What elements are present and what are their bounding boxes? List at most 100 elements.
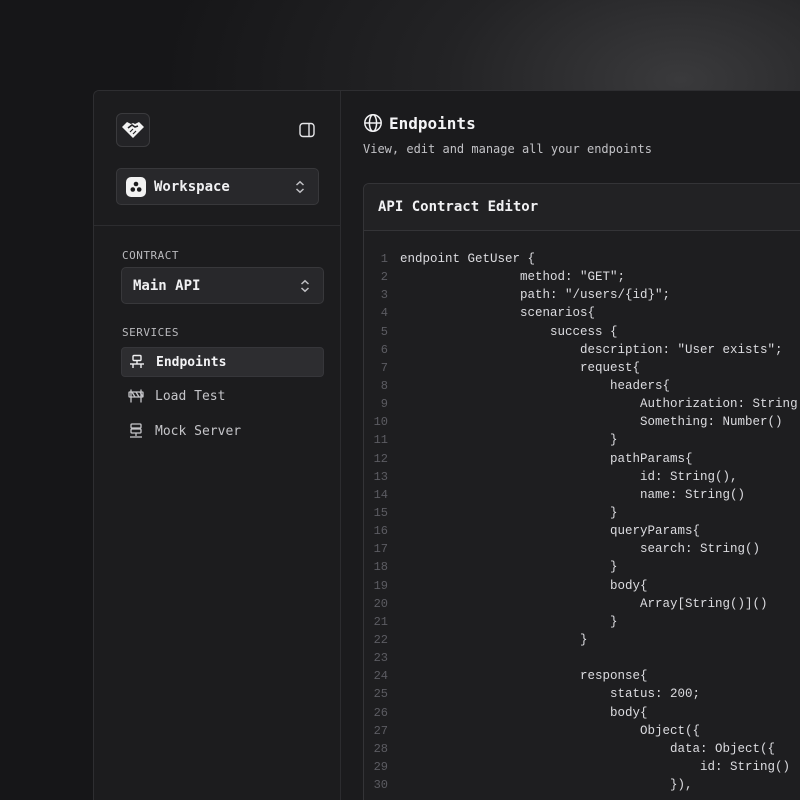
code-line[interactable]: 22 }	[364, 631, 800, 649]
code-text: body{	[400, 578, 648, 593]
editor-header: API Contract Editor	[364, 184, 800, 231]
line-number: 8	[380, 379, 388, 394]
line-number: 26	[373, 705, 388, 720]
code-line[interactable]: 18 }	[364, 558, 800, 576]
line-number: 10	[373, 415, 388, 430]
code-text: }	[400, 614, 618, 629]
code-line[interactable]: 26 body{	[364, 704, 800, 722]
code-line[interactable]: 20 Array[String()]()	[364, 595, 800, 613]
code-line[interactable]: 21 }	[364, 613, 800, 631]
line-number: 24	[373, 669, 388, 684]
code-line[interactable]: 7 request{	[364, 359, 800, 377]
contract-selected-label: Main API	[133, 277, 201, 294]
contract-editor[interactable]: API Contract Editor 1 endpoint GetUser {2…	[363, 183, 800, 800]
barrier-icon	[127, 387, 145, 405]
line-number: 25	[373, 687, 388, 702]
line-number: 19	[373, 578, 388, 593]
code-line[interactable]: 9 Authorization: String	[364, 395, 800, 413]
sidebar-panel-icon	[299, 122, 315, 138]
code-line[interactable]: 30 }),	[364, 776, 800, 794]
code-line[interactable]: 14 name: String()	[364, 486, 800, 504]
code-line[interactable]: 8 headers{	[364, 377, 800, 395]
code-line[interactable]: 4 scenarios{	[364, 304, 800, 322]
code-line[interactable]: 6 description: "User exists";	[364, 341, 800, 359]
workspace-label: Workspace	[154, 178, 230, 195]
line-number: 17	[373, 542, 388, 557]
code-text: Array[String()]()	[400, 596, 768, 611]
code-text: path: "/users/{id}";	[400, 288, 671, 303]
line-number: 21	[373, 614, 388, 629]
line-number: 28	[373, 741, 388, 756]
code-line[interactable]: 24 response{	[364, 667, 800, 685]
contract-selector[interactable]: Main API	[121, 267, 324, 304]
code-line[interactable]: 17 search: String()	[364, 540, 800, 558]
workspace-icon	[126, 176, 146, 197]
line-number: 4	[380, 306, 388, 321]
globe-icon	[363, 113, 383, 133]
line-number: 13	[373, 469, 388, 484]
line-number: 6	[380, 342, 388, 357]
line-number: 23	[373, 651, 388, 666]
sidebar-item-label: Endpoints	[156, 354, 227, 370]
chevron-up-down-icon	[294, 180, 306, 194]
code-text: }	[400, 633, 588, 648]
code-text: search: String()	[400, 542, 761, 557]
line-number: 15	[373, 506, 388, 521]
code-text: }	[400, 433, 618, 448]
code-text: description: "User exists";	[400, 342, 783, 357]
toggle-sidebar-button[interactable]	[298, 121, 316, 139]
line-number: 9	[380, 397, 388, 412]
code-line[interactable]: 1 endpoint GetUser {	[364, 250, 800, 268]
code-text: endpoint GetUser {	[400, 252, 536, 267]
code-text: request{	[400, 360, 641, 375]
code-line[interactable]: 15 }	[364, 504, 800, 522]
line-number: 29	[373, 760, 388, 774]
line-number: 1	[380, 252, 388, 267]
code-text: response{	[400, 669, 648, 684]
code-line[interactable]: 28 data: Object({	[364, 740, 800, 758]
code-text: pathParams{	[400, 451, 693, 466]
code-line[interactable]: 27 Object({	[364, 722, 800, 740]
page-title: Endpoints	[389, 113, 476, 133]
line-number: 2	[380, 270, 388, 285]
sidebar-item-label: Mock Server	[155, 423, 242, 439]
line-number: 7	[380, 360, 388, 375]
main-content: Endpoints View, edit and manage all your…	[342, 91, 800, 800]
server-icon	[127, 422, 145, 440]
code-line[interactable]: 2 method: "GET";	[364, 268, 800, 286]
line-number: 3	[380, 288, 388, 303]
sidebar-item-mock-server[interactable]: Mock Server	[121, 416, 324, 446]
code-line[interactable]: 12 pathParams{	[364, 450, 800, 468]
code-line[interactable]: 3 path: "/users/{id}";	[364, 286, 800, 304]
code-line[interactable]: 19 body{	[364, 577, 800, 595]
code-line[interactable]: 29 id: String()	[364, 758, 800, 776]
workspace-selector[interactable]: Workspace	[116, 168, 319, 205]
code-line[interactable]: 5 success {	[364, 323, 800, 341]
code-text: Something: Number()	[400, 415, 783, 430]
network-icon	[128, 353, 146, 371]
code-line[interactable]: 23	[364, 649, 800, 667]
code-text: method: "GET";	[400, 270, 626, 285]
code-line[interactable]: 16 queryParams{	[364, 522, 800, 540]
page-header: Endpoints View, edit and manage all your…	[363, 113, 652, 157]
code-text: queryParams{	[400, 524, 701, 539]
line-number: 22	[373, 633, 388, 648]
sidebar-item-load-test[interactable]: Load Test	[121, 381, 324, 411]
code-text: body{	[400, 705, 648, 720]
code-text: id: String(),	[400, 469, 738, 484]
code-line[interactable]: 10 Something: Number()	[364, 413, 800, 431]
line-number: 11	[373, 433, 388, 448]
code-area[interactable]: 1 endpoint GetUser {2 method: "GET"; 3 pat…	[364, 250, 800, 794]
code-line[interactable]: 25 status: 200;	[364, 685, 800, 703]
code-line[interactable]: 11 }	[364, 431, 800, 449]
line-number: 30	[373, 778, 388, 793]
line-number: 16	[373, 524, 388, 539]
code-text: scenarios{	[400, 306, 596, 321]
code-line[interactable]: 13 id: String(),	[364, 468, 800, 486]
services-section-label: SERVICES	[122, 326, 179, 339]
handshake-icon	[122, 122, 144, 138]
line-number: 12	[373, 451, 388, 466]
sidebar-item-endpoints[interactable]: Endpoints	[121, 347, 324, 377]
code-text: }	[400, 560, 618, 575]
app-logo[interactable]	[116, 113, 150, 147]
